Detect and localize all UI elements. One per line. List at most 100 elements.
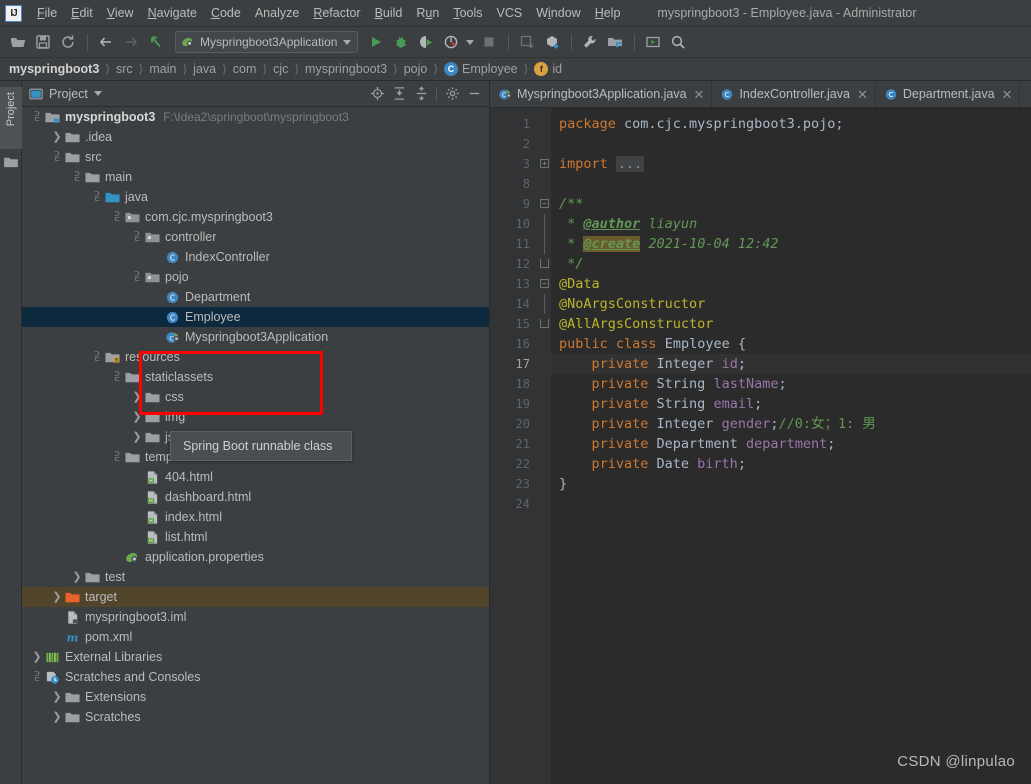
tree-item--idea[interactable]: ❯ .idea [22, 127, 489, 147]
editor-tab-myspringboot3application-java[interactable]: C Myspringboot3Application.java ✕ [490, 81, 713, 107]
tree-item-staticlassets[interactable]: ⫔ staticlassets [22, 367, 489, 387]
close-icon[interactable]: ✕ [694, 88, 705, 101]
chevron-right-icon[interactable]: ❯ [132, 411, 141, 423]
breadcrumb-item-9[interactable]: id [552, 62, 562, 76]
editor-tab-indexcontroller-java[interactable]: C IndexController.java ✕ [712, 81, 876, 107]
chevron-right-icon[interactable]: ❯ [52, 711, 61, 723]
tree-item-css[interactable]: ❯ css [22, 387, 489, 407]
forward-icon[interactable] [119, 30, 143, 54]
tree-twisty[interactable]: ❯ [130, 427, 144, 447]
settings-gear-icon[interactable] [441, 83, 463, 105]
tree-twisty[interactable]: ⫔ [110, 367, 124, 387]
tree-twisty[interactable]: ⫔ [130, 267, 144, 287]
open-project-icon[interactable] [6, 30, 30, 54]
back-icon[interactable] [94, 30, 118, 54]
breadcrumb-item-5[interactable]: cjc [273, 62, 288, 76]
chevron-down-icon[interactable]: ⫔ [135, 231, 140, 243]
profiler-dropdown-chevron-down-icon[interactable] [464, 30, 476, 54]
tree-twisty[interactable]: ⫔ [90, 347, 104, 367]
tree-item-dashboard-html[interactable]: Hdashboard.html [22, 487, 489, 507]
tree-item-list-html[interactable]: Hlist.html [22, 527, 489, 547]
tree-item-target[interactable]: ❯ target [22, 587, 489, 607]
chevron-right-icon[interactable]: ❯ [132, 391, 141, 403]
chevron-down-icon[interactable]: ⫔ [35, 671, 40, 683]
sync-icon[interactable] [56, 30, 80, 54]
tree-twisty[interactable]: ❯ [130, 407, 144, 427]
tree-twisty[interactable]: ⫔ [110, 207, 124, 227]
chevron-down-icon[interactable]: ⫔ [115, 211, 120, 223]
menu-item-refactor[interactable]: Refactor [306, 3, 367, 23]
tree-item-employee[interactable]: C Employee [22, 307, 489, 327]
editor-tabs[interactable]: C Myspringboot3Application.java ✕ C IndexCon… [490, 81, 1031, 108]
chevron-down-icon[interactable]: ⫔ [35, 111, 40, 123]
tree-item-pojo[interactable]: ⫔ pojo [22, 267, 489, 287]
profiler-icon[interactable] [439, 30, 463, 54]
fold-toggle-javadoc[interactable]: − [538, 194, 551, 214]
chevron-down-icon[interactable] [93, 91, 102, 96]
tree-item-indexcontroller[interactable]: C IndexController [22, 247, 489, 267]
project-structure-icon[interactable] [603, 30, 627, 54]
fold-javadoc-end[interactable] [538, 254, 551, 274]
code-editor[interactable]: 1 2 3 8 9 10 11 12 13 14 15 16 17 18 19 20 21 22 23 24 + − … [490, 108, 1031, 784]
chevron-right-icon[interactable]: ❯ [52, 131, 61, 143]
fold-toggle-import[interactable]: + [538, 154, 551, 174]
run-configuration-selector[interactable]: Myspringboot3Application [175, 31, 359, 53]
tree-twisty[interactable]: ❯ [50, 127, 64, 147]
tree-item-controller[interactable]: ⫔ controller [22, 227, 489, 247]
tree-item-java[interactable]: ⫔ java [22, 187, 489, 207]
breadcrumb-item-1[interactable]: src [116, 62, 133, 76]
close-icon[interactable]: ✕ [857, 88, 868, 101]
tree-item-resources[interactable]: ⫔ resources [22, 347, 489, 367]
breadcrumb-item-4[interactable]: com [233, 62, 257, 76]
tree-twisty[interactable]: ❯ [50, 687, 64, 707]
tree-item-application-properties[interactable]: application.properties [22, 547, 489, 567]
menu-item-file[interactable]: File [30, 3, 64, 23]
tree-twisty[interactable]: ⫔ [130, 227, 144, 247]
menu-item-analyze[interactable]: Analyze [248, 3, 306, 23]
chevron-down-icon[interactable]: ⫔ [75, 171, 80, 183]
editor-tab-department-java[interactable]: C Department.java ✕ [876, 81, 1021, 107]
breadcrumb-item-8[interactable]: Employee [462, 62, 518, 76]
collapse-all-icon[interactable] [410, 83, 432, 105]
folded-imports[interactable]: ... [615, 156, 645, 172]
breadcrumb-item-0[interactable]: myspringboot3 [9, 62, 99, 76]
tree-item-test[interactable]: ❯ test [22, 567, 489, 587]
select-in-icon[interactable] [641, 30, 665, 54]
tree-item-img[interactable]: ❯ img [22, 407, 489, 427]
tree-twisty[interactable]: ❯ [50, 707, 64, 727]
menu-item-help[interactable]: Help [588, 3, 628, 23]
tree-item-scratches[interactable]: ❯ Scratches [22, 707, 489, 727]
chevron-down-icon[interactable]: ⫔ [135, 271, 140, 283]
chevron-right-icon[interactable]: ❯ [52, 691, 61, 703]
chevron-right-icon[interactable]: ❯ [72, 571, 81, 583]
tree-item-404-html[interactable]: H 404.html [22, 467, 489, 487]
locate-icon[interactable] [366, 83, 388, 105]
chevron-down-icon[interactable]: ⫔ [95, 191, 100, 203]
menu-item-view[interactable]: View [100, 3, 141, 23]
tree-twisty[interactable]: ⫔ [90, 187, 104, 207]
tree-item-com-cjc-myspringboot3[interactable]: ⫔ com.cjc.myspringboot3 [22, 207, 489, 227]
tree-twisty[interactable]: ⫔ [30, 107, 44, 127]
expand-all-icon[interactable] [388, 83, 410, 105]
chevron-down-icon[interactable]: ⫔ [95, 351, 100, 363]
hide-icon[interactable] [463, 83, 485, 105]
tree-item-myspringboot3[interactable]: ⫔ myspringboot3 F:\Idea2\springboot\myspri… [22, 107, 489, 127]
chevron-right-icon[interactable]: ❯ [132, 431, 141, 443]
tree-item-department[interactable]: C Department [22, 287, 489, 307]
tree-item-pom-xml[interactable]: m pom.xml [22, 627, 489, 647]
folder-icon[interactable] [4, 156, 18, 168]
breadcrumb-item-3[interactable]: java [193, 62, 216, 76]
fold-class-end[interactable] [538, 314, 551, 334]
menu-item-run[interactable]: Run [409, 3, 446, 23]
search-everywhere-icon[interactable] [666, 30, 690, 54]
menu-item-vcs[interactable]: VCS [490, 3, 530, 23]
tree-item-scratches-and-consoles[interactable]: ⫔ Scratches and Consoles [22, 667, 489, 687]
tree-twisty[interactable]: ⫔ [50, 147, 64, 167]
menu-item-window[interactable]: Window [529, 3, 587, 23]
tree-item-main[interactable]: ⫔ main [22, 167, 489, 187]
tree-item-src[interactable]: ⫔ src [22, 147, 489, 167]
tree-twisty[interactable]: ❯ [130, 387, 144, 407]
run-icon[interactable] [364, 30, 388, 54]
chevron-down-icon[interactable]: ⫔ [115, 451, 120, 463]
breadcrumb-item-7[interactable]: pojo [404, 62, 428, 76]
